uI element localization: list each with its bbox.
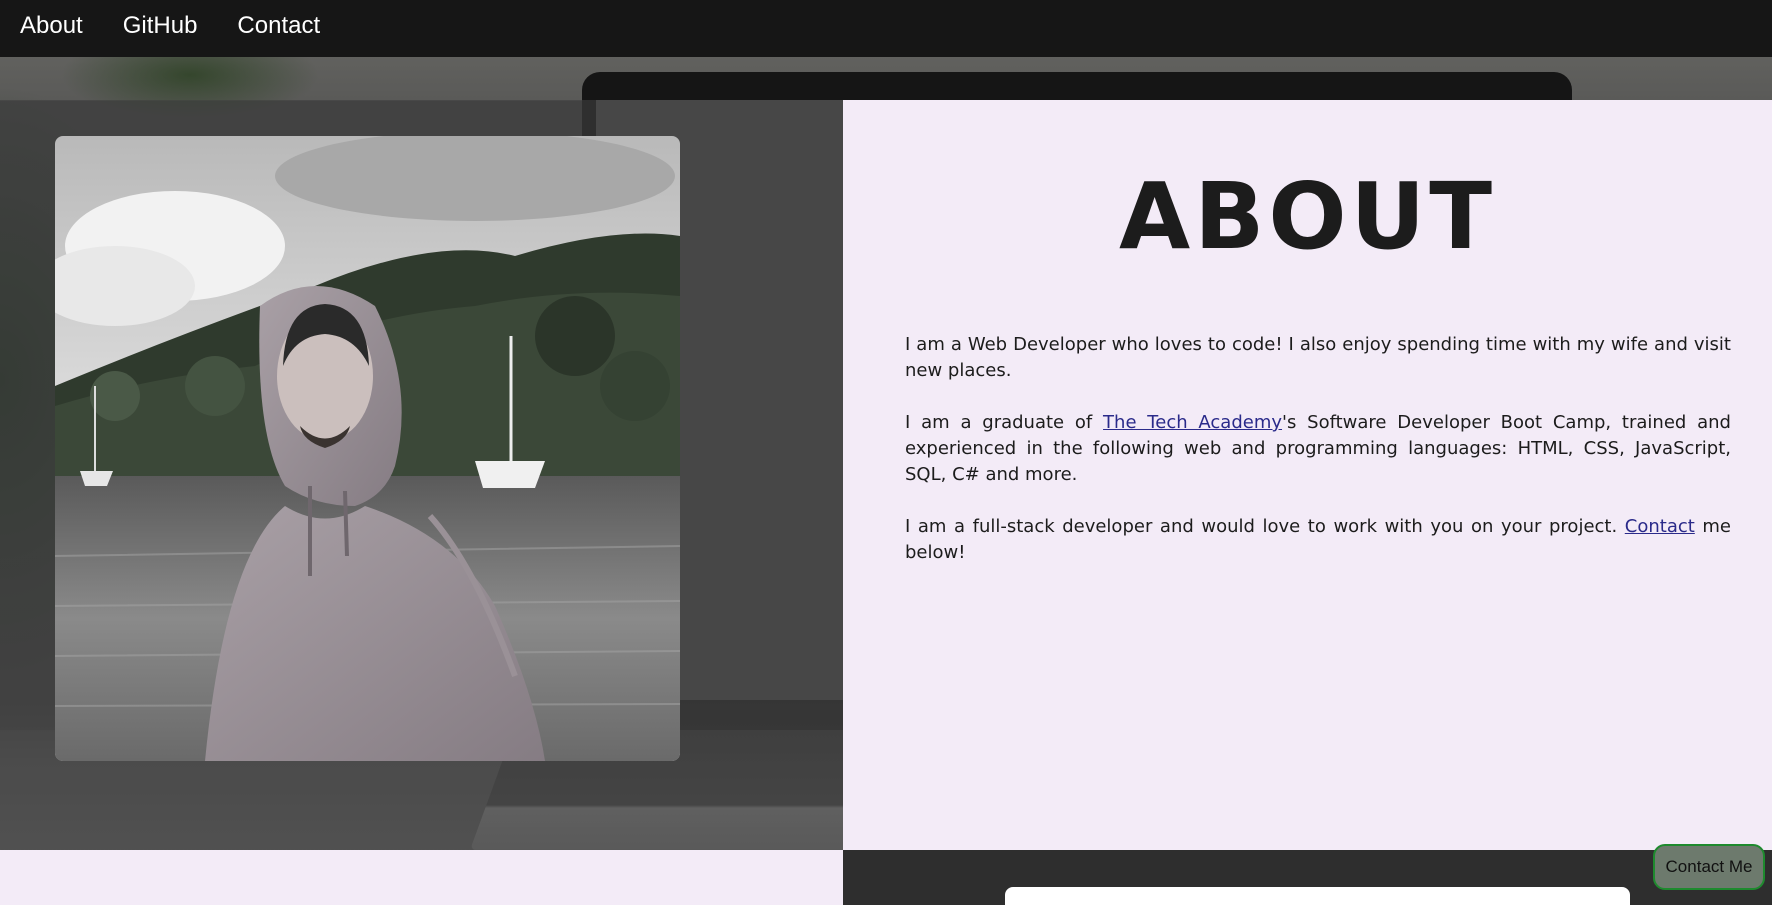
contact-inline-link[interactable]: Contact <box>1625 516 1695 537</box>
about-paragraph-2: I am a graduate of The Tech Academy's So… <box>905 410 1731 488</box>
nav-link-github[interactable]: GitHub <box>123 13 198 44</box>
nav-link-contact[interactable]: Contact <box>237 13 320 44</box>
about-text: I am a Web Developer who loves to code! … <box>905 332 1731 592</box>
about-paragraph-2-start: I am a graduate of <box>905 412 1104 433</box>
next-section-left <box>0 850 843 905</box>
contact-me-button[interactable]: Contact Me <box>1653 844 1765 890</box>
tech-academy-link[interactable]: The Tech Academy <box>1103 412 1282 433</box>
nav-link-about[interactable]: About <box>20 13 83 44</box>
page: About GitHub Contact ABOUT I am a Web De… <box>0 0 1772 905</box>
about-paragraph-3-start: I am a full-stack developer and would lo… <box>905 516 1625 537</box>
about-heading: ABOUT <box>1119 163 1496 270</box>
about-section: ABOUT I am a Web Developer who loves to … <box>843 100 1772 850</box>
about-paragraph-3: I am a full-stack developer and would lo… <box>905 514 1731 566</box>
about-paragraph-1: I am a Web Developer who loves to code! … <box>905 334 1731 381</box>
top-navbar: About GitHub Contact <box>0 0 1772 57</box>
profile-photo <box>55 136 680 761</box>
next-section-card <box>1005 887 1630 905</box>
